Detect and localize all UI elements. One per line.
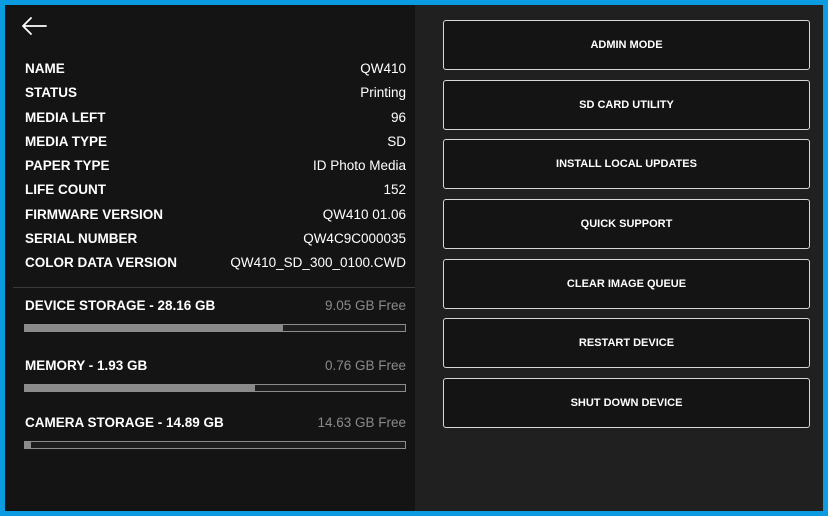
info-value: QW410 01.06 <box>322 206 406 222</box>
camera-storage-usage-bar <box>24 441 406 449</box>
storage-usage-bar <box>24 324 406 332</box>
storage-title: CAMERA STORAGE - 14.89 GB <box>25 415 224 430</box>
info-label: NAME <box>25 61 65 76</box>
restart-device-button[interactable]: RESTART DEVICE <box>443 318 810 368</box>
info-row-life-count: LIFE COUNT 152 <box>5 178 415 202</box>
arrow-left-icon <box>22 17 47 35</box>
device-info-screen: NAME QW410 STATUS Printing MEDIA LEFT 96… <box>5 5 823 511</box>
info-value: 96 <box>390 109 406 125</box>
storage-title: DEVICE STORAGE - 28.16 GB <box>25 298 216 313</box>
memory-usage-fill <box>25 385 256 391</box>
storage-title: MEMORY - 1.93 GB <box>25 358 148 373</box>
admin-mode-button[interactable]: ADMIN MODE <box>443 20 810 70</box>
info-value: QW410 <box>360 61 406 76</box>
info-row-firmware-version: FIRMWARE VERSION QW410 01.06 <box>5 203 415 227</box>
info-label: FIRMWARE VERSION <box>25 206 164 222</box>
info-value: QW4C9C000035 <box>303 231 406 247</box>
info-row-serial-number: SERIAL NUMBER QW4C9C000035 <box>5 227 415 251</box>
info-row-paper-type: PAPER TYPE ID Photo Media <box>5 154 415 178</box>
info-value: 152 <box>383 182 406 198</box>
info-value: Printing <box>360 85 406 101</box>
info-label: COLOR DATA VERSION <box>25 255 178 271</box>
install-local-updates-button[interactable]: INSTALL LOCAL UPDATES <box>443 139 810 189</box>
divider <box>13 287 415 288</box>
storage-free-text: 9.05 GB Free <box>324 298 406 313</box>
info-row-name: NAME QW410 <box>5 57 415 81</box>
info-value: SD <box>387 133 406 149</box>
info-label: PAPER TYPE <box>25 158 110 174</box>
camera-storage-usage-fill <box>25 442 32 448</box>
info-row-media-type: MEDIA TYPE SD <box>5 130 415 154</box>
info-row-media-left: MEDIA LEFT 96 <box>5 106 415 130</box>
info-value: ID Photo Media <box>312 158 406 174</box>
quick-support-button[interactable]: QUICK SUPPORT <box>443 199 810 249</box>
back-button[interactable] <box>19 14 53 44</box>
info-value: QW410_SD_300_0100.CWD <box>230 255 406 271</box>
shut-down-device-button[interactable]: SHUT DOWN DEVICE <box>443 378 810 428</box>
memory-usage-bar <box>24 384 406 392</box>
storage-free-text: 14.63 GB Free <box>317 415 406 430</box>
info-row-color-data-version: COLOR DATA VERSION QW410_SD_300_0100.CWD <box>5 251 415 275</box>
info-label: LIFE COUNT <box>25 182 106 198</box>
info-label: MEDIA LEFT <box>25 109 106 125</box>
info-label: MEDIA TYPE <box>25 133 108 149</box>
sd-card-utility-button[interactable]: SD CARD UTILITY <box>443 80 810 130</box>
device-info-panel: NAME QW410 STATUS Printing MEDIA LEFT 96… <box>5 5 415 511</box>
device-info-list: NAME QW410 STATUS Printing MEDIA LEFT 96… <box>5 57 415 276</box>
info-label: STATUS <box>25 85 77 101</box>
info-label: SERIAL NUMBER <box>25 231 138 247</box>
info-row-status: STATUS Printing <box>5 81 415 105</box>
storage-usage-fill <box>25 325 284 331</box>
clear-image-queue-button[interactable]: CLEAR IMAGE QUEUE <box>443 259 810 309</box>
storage-free-text: 0.76 GB Free <box>324 358 406 373</box>
